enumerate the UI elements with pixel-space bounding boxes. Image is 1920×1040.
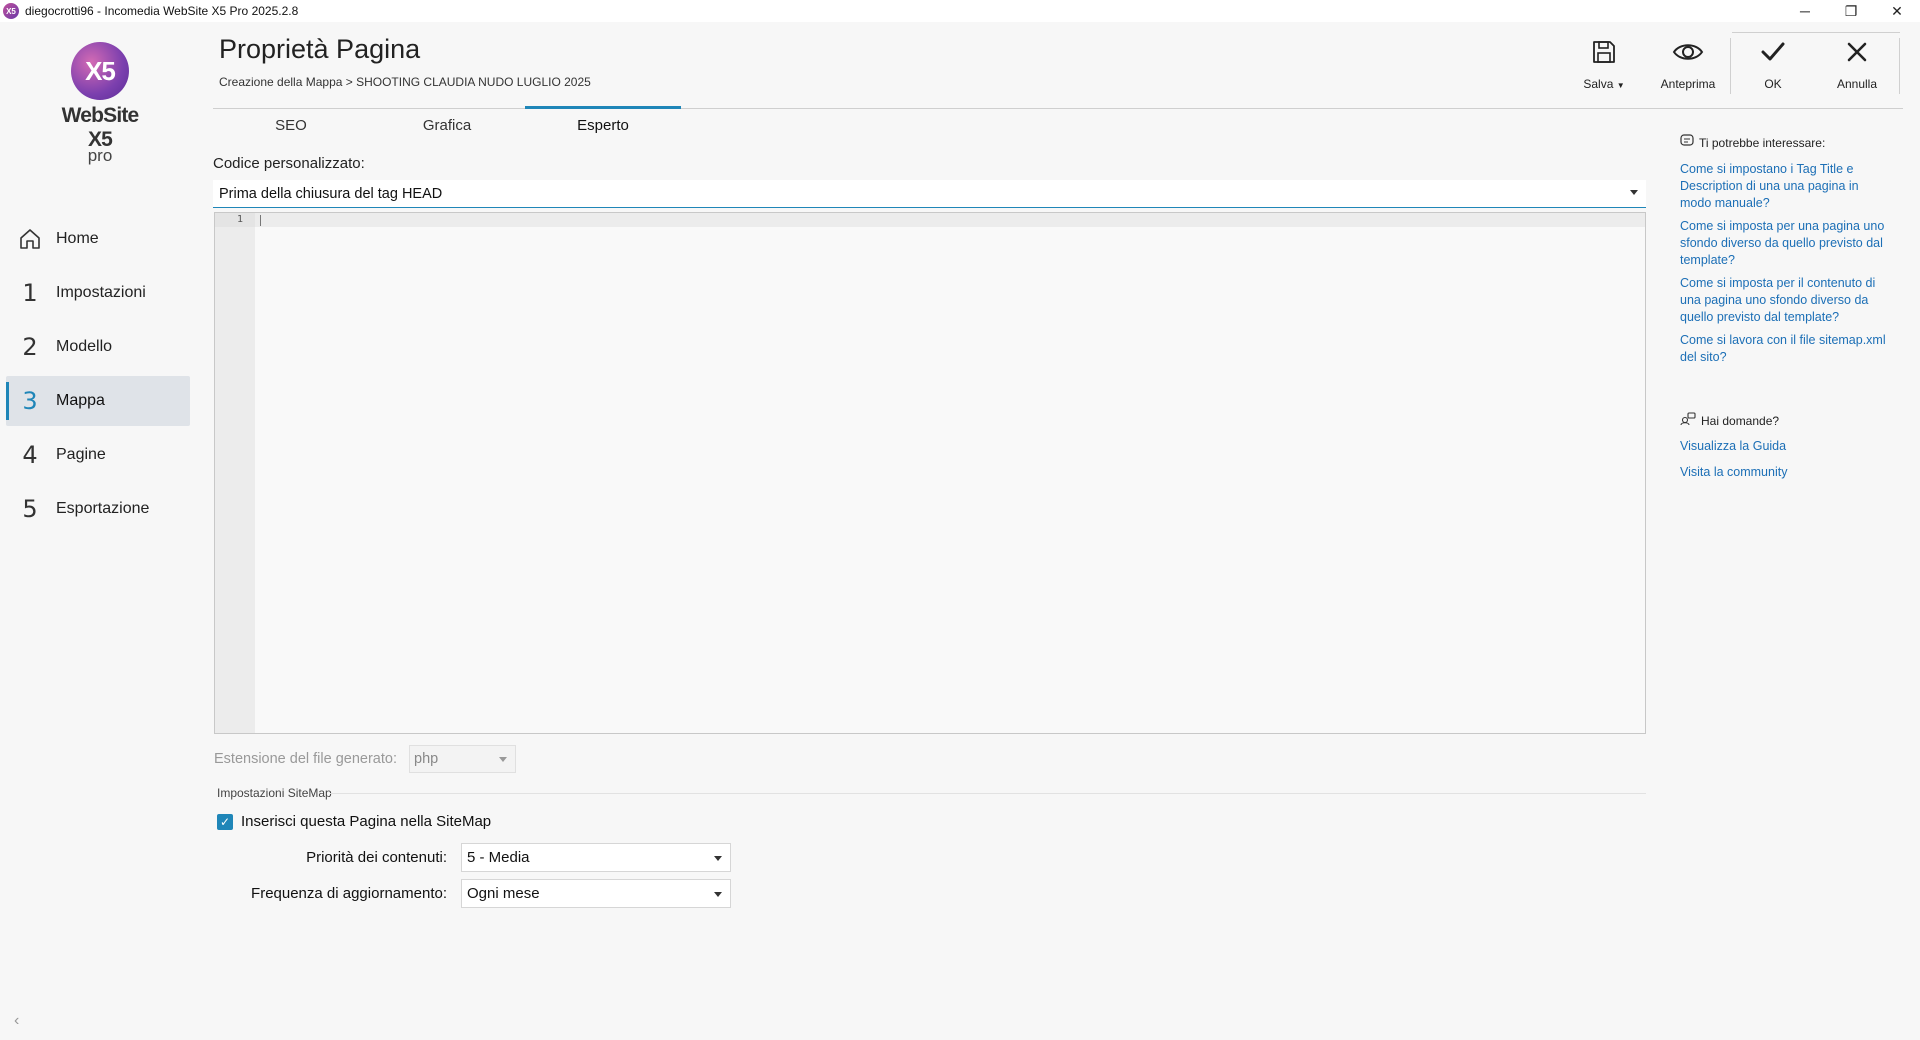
minimize-button[interactable]: ─ [1782, 0, 1828, 22]
chevron-down-icon [714, 856, 722, 861]
code-position-value: Prima della chiusura del tag HEAD [219, 185, 443, 202]
step-number: 1 [22, 279, 38, 307]
ok-label: OK [1764, 77, 1782, 91]
step-number: 4 [22, 441, 38, 469]
sitemap-checkbox[interactable]: ✓ [217, 813, 233, 830]
tab-bar: SEO Grafica Esperto [213, 106, 681, 143]
page-title: Proprietà Pagina [219, 34, 421, 64]
priority-value: 5 - Media [467, 849, 530, 866]
help-link[interactable]: Come si lavora con il file sitemap.xml d… [1680, 332, 1890, 366]
step-number: 2 [22, 333, 38, 361]
priority-row: Priorità dei contenuti: 5 - Media [217, 843, 731, 872]
sidebar-item-home[interactable]: Home [6, 214, 190, 264]
sitemap-group-title: Impostazioni SiteMap [217, 786, 332, 800]
questions-title: Hai domande? [1701, 413, 1780, 428]
sidebar: X5 WebSite X5 pro Home 1 Impostazioni 2 … [0, 22, 200, 1040]
logo: X5 WebSite X5 pro [50, 42, 150, 166]
help-title: Ti potrebbe interessare: [1699, 135, 1826, 150]
priority-label: Priorità dei contenuti: [306, 849, 447, 866]
text-cursor [260, 215, 261, 226]
current-line-highlight [255, 213, 1645, 227]
help-panel: Ti potrebbe interessare: Come si imposta… [1680, 134, 1890, 366]
app-icon: X5 [3, 3, 19, 19]
collapse-sidebar-icon[interactable]: ‹ [14, 1012, 19, 1030]
file-extension-value: php [414, 751, 439, 767]
save-label: Salva [1583, 77, 1614, 91]
ok-button[interactable]: OK [1731, 38, 1815, 94]
sitemap-checkbox-row: ✓ Inserisci questa Pagina nella SiteMap [217, 813, 491, 830]
sidebar-item-label: Pagine [56, 446, 106, 463]
tab-seo[interactable]: SEO [213, 108, 369, 143]
preview-label: Anteprima [1660, 77, 1716, 91]
sidebar-item-label: Modello [56, 338, 113, 355]
tab-esperto[interactable]: Esperto [525, 106, 681, 143]
sidebar-item-label: Esportazione [56, 500, 150, 517]
people-icon [1680, 412, 1701, 429]
close-icon [1843, 38, 1871, 71]
community-link[interactable]: Visita la community [1680, 464, 1890, 481]
step-number: 5 [22, 495, 38, 523]
file-extension-row: Estensione del file generato: php [214, 745, 516, 773]
sidebar-item-mappa[interactable]: 3 Mappa [6, 376, 190, 426]
chevron-down-icon [1630, 190, 1638, 195]
chevron-down-icon [714, 892, 722, 897]
frequency-select[interactable]: Ogni mese [461, 879, 731, 908]
sitemap-checkbox-label[interactable]: Inserisci questa Pagina nella SiteMap [241, 813, 491, 830]
main-nav: Home 1 Impostazioni 2 Modello 3 Mappa 4 … [6, 214, 190, 538]
questions-panel: Hai domande? Visualizza la Guida Visita … [1680, 412, 1890, 481]
chat-icon [1680, 134, 1699, 151]
frequency-label: Frequenza di aggiornamento: [251, 885, 447, 902]
check-icon [1759, 38, 1787, 71]
cancel-label: Annulla [1836, 77, 1878, 91]
toolbar-divider [1732, 32, 1900, 33]
guide-link[interactable]: Visualizza la Guida [1680, 438, 1890, 455]
logo-name: WebSite X5 [61, 104, 140, 151]
sidebar-item-modello[interactable]: 2 Modello [6, 322, 190, 372]
help-link[interactable]: Come si imposta per una pagina uno sfond… [1680, 218, 1890, 269]
priority-select[interactable]: 5 - Media [461, 843, 731, 872]
sidebar-item-label: Home [56, 230, 99, 247]
sidebar-item-label: Mappa [56, 392, 105, 409]
toolbar: Salva ▼ Anteprima OK Annulla [1562, 38, 1920, 94]
cancel-button[interactable]: Annulla [1815, 38, 1899, 94]
sidebar-item-impostazioni[interactable]: 1 Impostazioni [6, 268, 190, 318]
help-link[interactable]: Come si imposta per il contenuto di una … [1680, 275, 1890, 326]
close-window-button[interactable]: ✕ [1874, 0, 1920, 22]
logo-mark: X5 [71, 42, 129, 100]
frequency-value: Ogni mese [467, 885, 540, 902]
window-title: diegocrotti96 - Incomedia WebSite X5 Pro… [25, 4, 299, 18]
eye-icon [1672, 38, 1704, 71]
logo-edition: pro [87, 146, 113, 165]
home-icon [12, 227, 48, 251]
title-bar: X5 diegocrotti96 - Incomedia WebSite X5 … [0, 0, 1920, 22]
line-gutter: 1 [215, 213, 255, 733]
file-extension-select: php [409, 745, 516, 773]
help-header: Ti potrebbe interessare: [1680, 134, 1890, 151]
save-icon [1590, 38, 1618, 71]
file-extension-label: Estensione del file generato: [214, 751, 397, 767]
code-position-select[interactable]: Prima della chiusura del tag HEAD [213, 180, 1646, 208]
breadcrumb: Creazione della Mappa > SHOOTING CLAUDIA… [219, 75, 591, 89]
tab-grafica[interactable]: Grafica [369, 108, 525, 143]
chevron-down-icon[interactable]: ▼ [1617, 81, 1625, 90]
sidebar-item-label: Impostazioni [56, 284, 146, 301]
save-button[interactable]: Salva ▼ [1562, 38, 1646, 94]
questions-header: Hai domande? [1680, 412, 1890, 429]
frequency-row: Frequenza di aggiornamento: Ogni mese [217, 879, 731, 908]
sidebar-item-pagine[interactable]: 4 Pagine [6, 430, 190, 480]
code-editor[interactable]: 1 [214, 212, 1646, 734]
step-number: 3 [22, 387, 38, 415]
help-link[interactable]: Come si impostano i Tag Title e Descript… [1680, 161, 1890, 212]
chevron-down-icon [499, 757, 507, 762]
custom-code-label: Codice personalizzato: [213, 155, 365, 172]
sidebar-item-esportazione[interactable]: 5 Esportazione [6, 484, 190, 534]
restore-button[interactable]: ❐ [1828, 0, 1874, 22]
sitemap-divider [330, 793, 1646, 794]
line-number: 1 [236, 214, 243, 225]
preview-button[interactable]: Anteprima [1646, 38, 1730, 94]
